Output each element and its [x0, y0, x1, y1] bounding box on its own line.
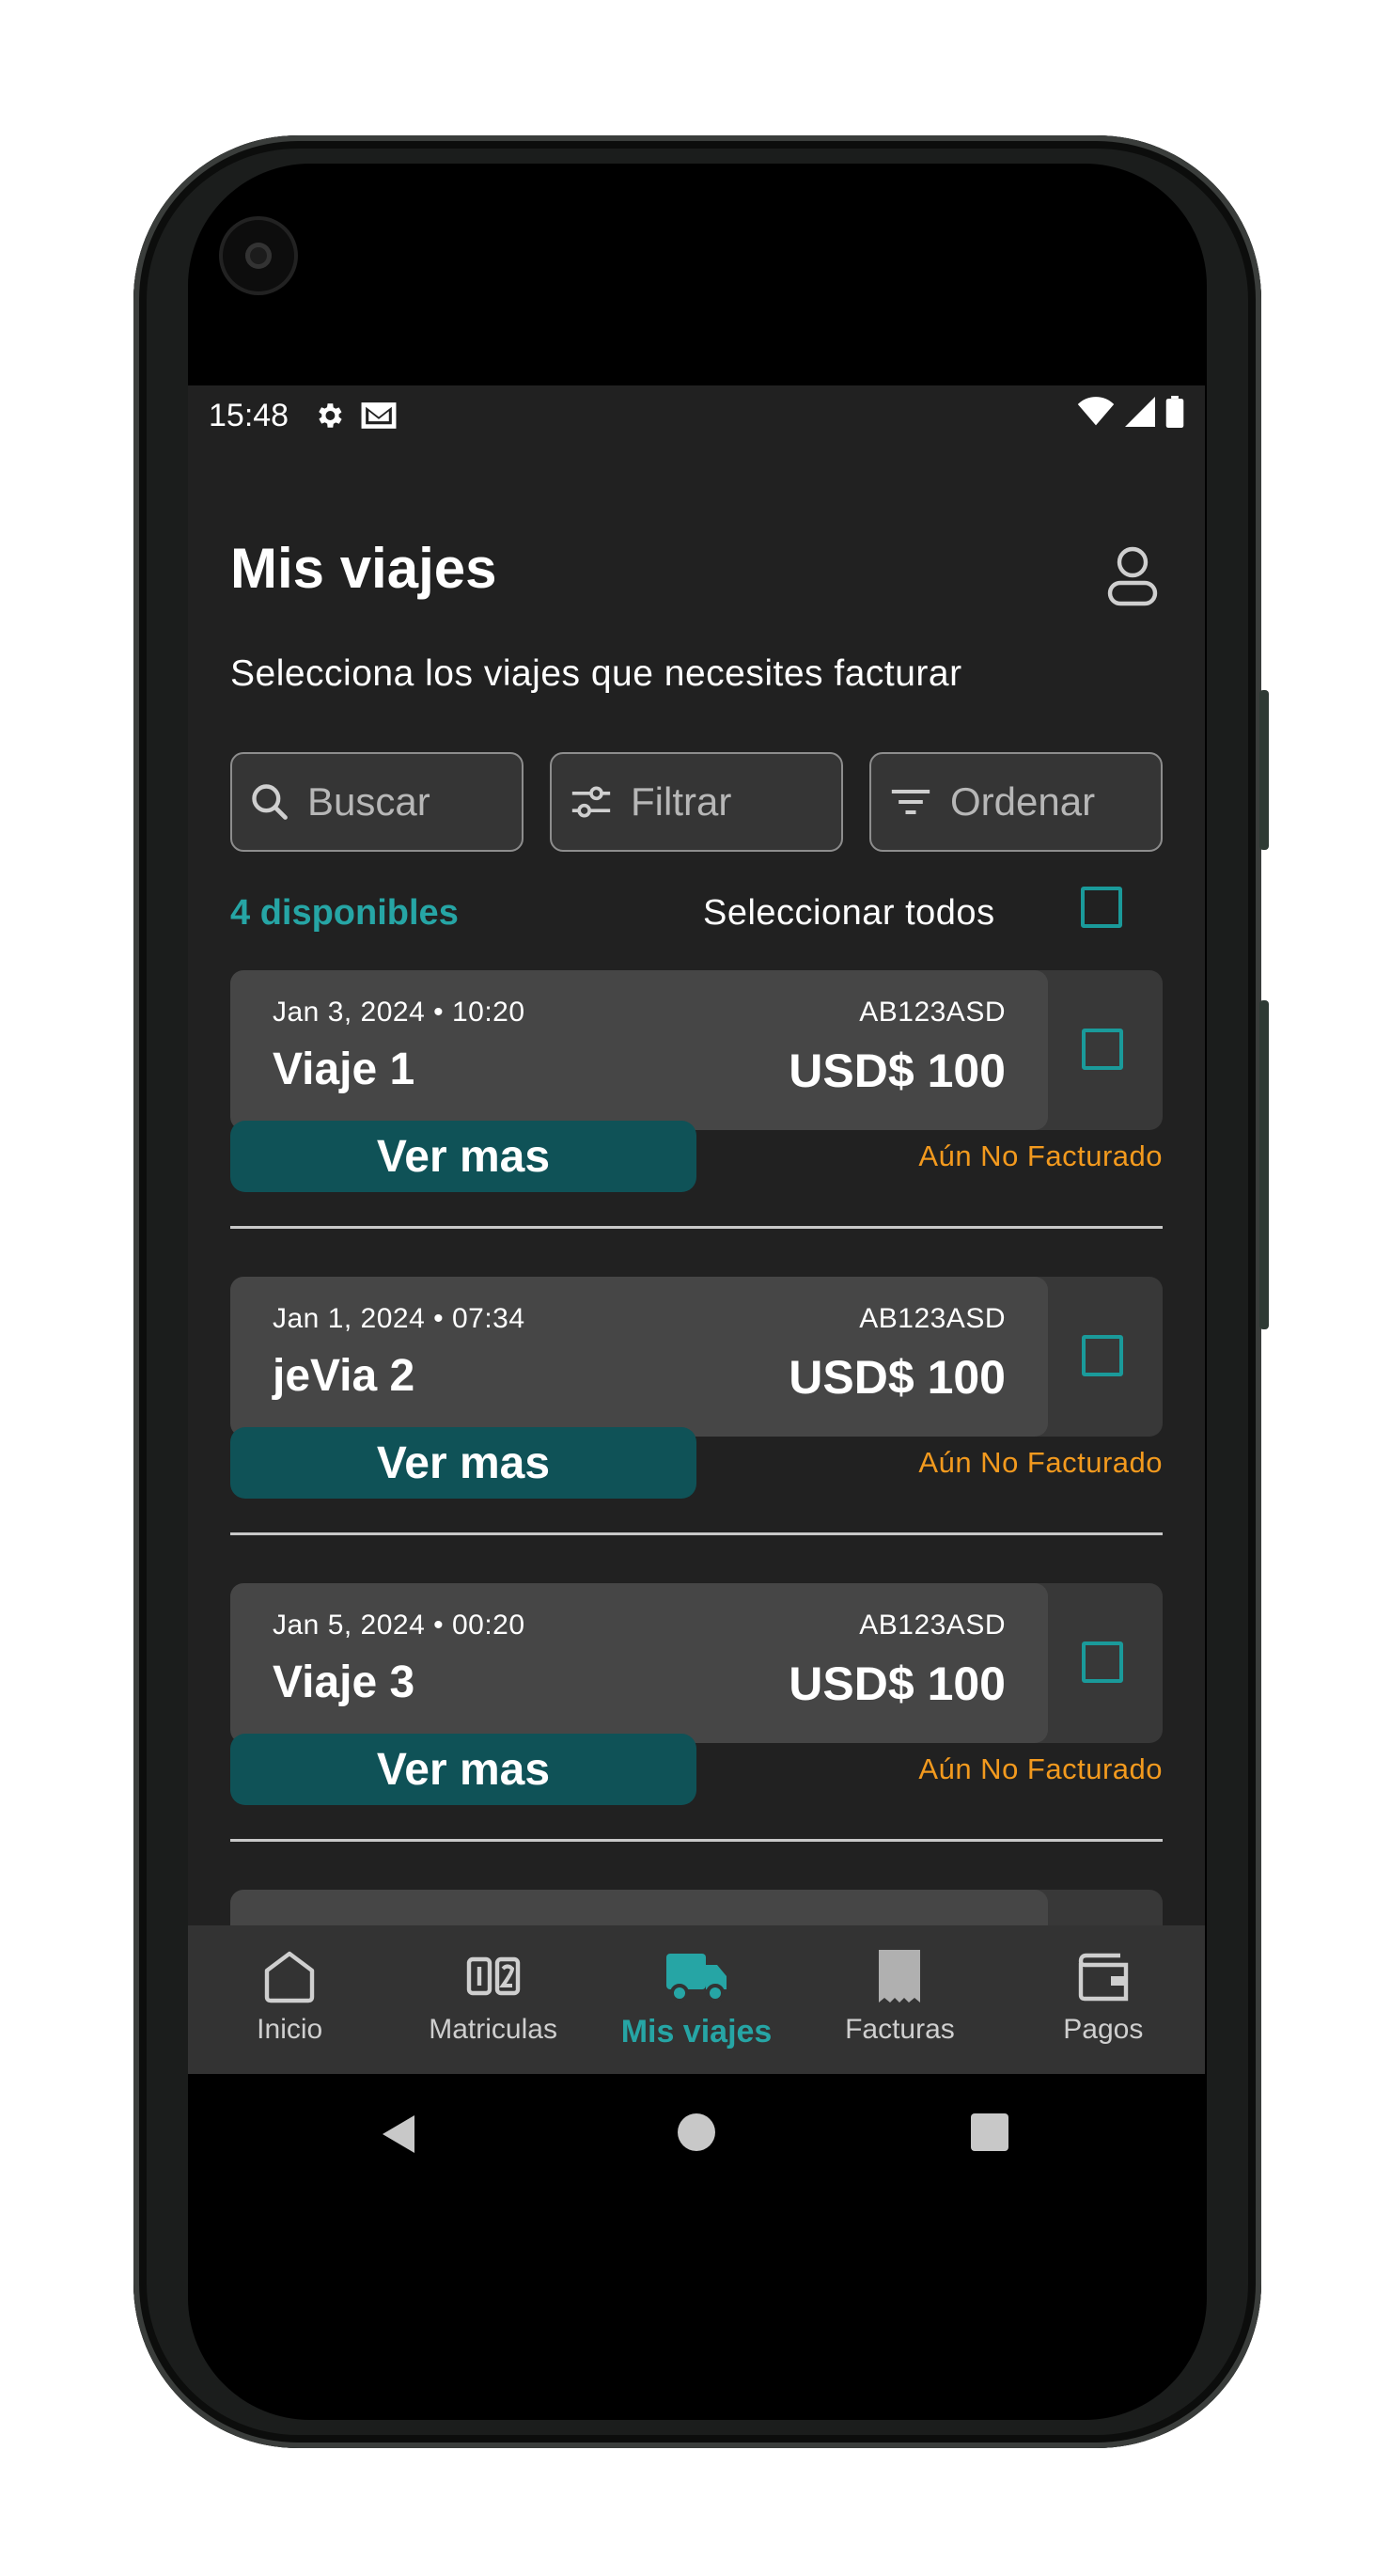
plates-icon — [466, 1956, 520, 1996]
trip-item: Jan 5, 2024 • 00:20 Viaje 3 AB123ASD USD… — [230, 1583, 1163, 1884]
see-more-button[interactable]: Ver mas — [230, 1734, 696, 1805]
wallet-icon — [1078, 1953, 1129, 2002]
sort-icon — [891, 789, 930, 815]
trip-item: Jan 3, 2024 • 10:20 Viaje 1 AB123ASD USD… — [230, 970, 1163, 1271]
trip-plate: AB123ASD — [859, 997, 1006, 1028]
home-icon — [265, 1951, 315, 2003]
trip-divider — [230, 1226, 1163, 1229]
profile-button[interactable] — [1104, 545, 1161, 607]
trip-amount: USD$ 100 — [789, 1657, 1006, 1710]
system-navigation-bar — [188, 2074, 1205, 2187]
status-bar: 15:48 — [188, 385, 1205, 446]
nav-item-inicio[interactable]: Inicio — [188, 1925, 391, 2074]
trip-amount: USD$ 100 — [789, 1351, 1006, 1404]
battery-icon — [1165, 395, 1184, 436]
sort-button[interactable]: Ordenar — [869, 752, 1163, 852]
trip-name: Viaje 1 — [273, 1045, 415, 1094]
trip-name: Viaje 3 — [273, 1657, 415, 1707]
truck-icon — [666, 1954, 727, 2003]
trip-datetime: Jan 3, 2024 • 10:20 — [273, 997, 525, 1028]
receipt-icon — [879, 1950, 921, 2003]
search-icon — [252, 784, 288, 820]
search-placeholder: Buscar — [307, 779, 430, 824]
trip-item: Jan 1, 2024 • 07:34 jeVia 2 AB123ASD USD… — [230, 1277, 1163, 1578]
nav-item-mis-viajes[interactable]: Mis viajes — [595, 1925, 798, 2074]
trip-datetime: Jan 5, 2024 • 00:20 — [273, 1610, 525, 1641]
front-camera — [223, 220, 294, 291]
side-button-lower — [1259, 1000, 1269, 1329]
settings-icon — [313, 400, 345, 432]
sort-label: Ordenar — [950, 779, 1096, 824]
side-button-upper — [1259, 690, 1269, 850]
trip-checkbox[interactable] — [1082, 1335, 1123, 1376]
trip-plate: AB123ASD — [859, 1610, 1006, 1641]
filter-button[interactable]: Filtrar — [550, 752, 843, 852]
nav-label: Inicio — [257, 2014, 323, 2045]
status-time: 15:48 — [209, 397, 289, 433]
available-count: 4 disponibles — [230, 893, 459, 933]
nav-label: Matriculas — [429, 2014, 557, 2045]
wifi-icon — [1077, 396, 1115, 435]
nav-label: Facturas — [845, 2014, 955, 2045]
signal-icon — [1124, 396, 1156, 435]
trip-checkbox[interactable] — [1082, 1641, 1123, 1683]
trip-status: Aún No Facturado — [918, 1446, 1163, 1479]
bottom-navigation: Inicio Matriculas Mis viajes Facturas Pa… — [188, 1925, 1205, 2074]
select-all-checkbox[interactable] — [1081, 887, 1122, 928]
trip-status: Aún No Facturado — [918, 1752, 1163, 1785]
trip-status: Aún No Facturado — [918, 1139, 1163, 1172]
nav-item-facturas[interactable]: Facturas — [798, 1925, 1001, 2074]
recents-icon[interactable] — [971, 2113, 1008, 2151]
app-screen: 15:48 Mis viajes Selecciona los viajes q… — [188, 385, 1205, 2074]
search-input[interactable]: Buscar — [230, 752, 524, 852]
sliders-icon — [571, 786, 611, 818]
nav-item-matriculas[interactable]: Matriculas — [391, 1925, 594, 2074]
trip-plate: AB123ASD — [859, 1303, 1006, 1334]
see-more-button[interactable]: Ver mas — [230, 1121, 696, 1192]
nav-label: Pagos — [1063, 2014, 1144, 2045]
user-icon — [1107, 546, 1158, 606]
trip-checkbox[interactable] — [1082, 1029, 1123, 1070]
trip-datetime: Jan 1, 2024 • 07:34 — [273, 1303, 525, 1334]
filter-label: Filtrar — [631, 779, 732, 824]
back-icon[interactable] — [381, 2113, 418, 2155]
trip-name: jeVia 2 — [273, 1351, 415, 1401]
page-subtitle: Selecciona los viajes que necesites fact… — [230, 653, 962, 694]
select-all-label: Seleccionar todos — [703, 893, 995, 933]
mail-icon — [360, 400, 398, 432]
trip-card[interactable]: Jan 3, 2024 • 10:20 Viaje 1 AB123ASD USD… — [230, 970, 1048, 1130]
trip-card[interactable]: Jan 5, 2024 • 00:20 Viaje 3 AB123ASD USD… — [230, 1583, 1048, 1743]
trip-divider — [230, 1839, 1163, 1842]
trip-amount: USD$ 100 — [789, 1045, 1006, 1097]
nav-label: Mis viajes — [620, 2014, 773, 2050]
see-more-button[interactable]: Ver mas — [230, 1427, 696, 1499]
trip-card[interactable]: Jan 1, 2024 • 07:34 jeVia 2 AB123ASD USD… — [230, 1277, 1048, 1437]
page-title: Mis viajes — [230, 537, 497, 600]
home-circle-icon[interactable] — [678, 2113, 715, 2151]
trip-divider — [230, 1532, 1163, 1535]
nav-item-pagos[interactable]: Pagos — [1002, 1925, 1205, 2074]
